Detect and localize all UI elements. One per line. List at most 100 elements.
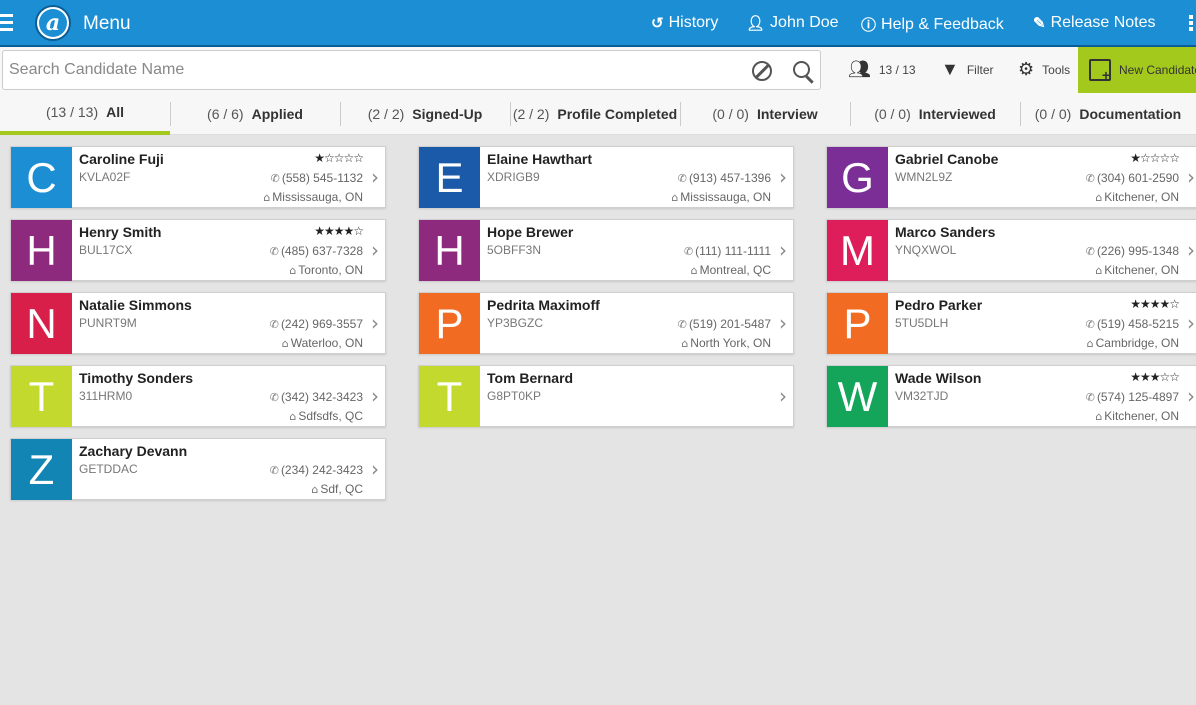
location-text: Waterloo, ON [290,336,363,350]
phone-text: (234) 242-3423 [280,463,363,477]
add-user-icon [1089,59,1111,83]
avatar: G [827,147,888,208]
candidate-code: 311HRM0 [79,389,133,403]
nav-help-label: Help & Feedback [881,15,1004,33]
location-text: North York, ON [690,336,771,350]
candidate-name: Gabriel Canobe [895,151,999,167]
candidate-name: Wade Wilson [895,370,982,386]
nav-user-label: John Doe [770,14,839,31]
avatar: P [419,293,480,354]
phone-text: (342) 342-3423 [280,390,363,404]
nav-help-feedback[interactable]: ⓘ Help & Feedback [861,14,1004,35]
tab-count: (0 / 0) [1034,106,1072,122]
tab-documentation[interactable]: (0 / 0) Documentation [1020,93,1196,135]
home-icon: ⌂ [1095,410,1103,423]
candidate-name: Timothy Sonders [79,370,194,386]
candidate-code: 5TU5DLH [895,316,949,330]
chevron-right-icon: › [779,238,787,262]
avatar: C [11,147,72,208]
location-text: Toronto, ON [298,263,363,277]
location-text: Sdf, QC [320,482,363,496]
nav-release-notes[interactable]: ✎ Release Notes [1033,14,1156,32]
tab-label: Profile Completed [557,106,678,122]
tab-label: Interviewed [918,106,996,122]
chevron-right-icon: › [371,384,379,408]
tab-label: Applied [251,106,303,122]
candidate-count-label: 13 / 13 [878,62,916,77]
tab-all[interactable]: (13 / 13) All [0,93,170,135]
candidate-card[interactable]: E Elaine Hawthart XDRIGB9 ✆ (913) 457-139… [418,146,794,208]
avatar: E [419,147,480,208]
search-icon[interactable] [793,61,810,78]
rating-stars: ★★★☆☆ [1130,370,1180,384]
candidate-card[interactable]: T Tom Bernard G8PT0KP › [418,365,794,427]
candidate-location: ⌂ Waterloo, ON [282,336,363,350]
candidate-card[interactable]: P Pedro Parker 5TU5DLH ★★★★☆ ✆ (519) 458-… [826,292,1196,354]
chevron-right-icon: › [779,165,787,189]
candidate-card[interactable]: M Marco Sanders YNQXWOL ✆ (226) 995-1348 … [826,219,1196,281]
candidate-name: Tom Bernard [487,370,574,386]
tab-applied[interactable]: (6 / 6) Applied [170,93,340,135]
tools-label: Tools [1042,62,1071,77]
home-icon: ⌂ [1095,191,1103,204]
tab-label: All [106,104,125,120]
search-input[interactable] [3,51,743,89]
candidate-card[interactable]: C Caroline Fuji KVLA02F ★☆☆☆☆ ✆ (558) 545… [10,146,386,208]
candidate-card[interactable]: W Wade Wilson VM32TJD ★★★☆☆ ✆ (574) 125-4… [826,365,1196,427]
new-candidate-button[interactable]: New Candidate [1078,47,1196,93]
candidate-phone: ✆ (485) 637-7328 [270,244,363,258]
phone-text: (242) 969-3557 [280,317,363,331]
tab-interview[interactable]: (0 / 0) Interview [680,93,850,135]
phone-icon: ✆ [269,318,279,331]
nav-user[interactable]: 👤︎ John Doe [746,14,839,32]
more-options-icon[interactable] [1189,15,1194,33]
chevron-right-icon: › [371,457,379,481]
home-icon: ⌂ [289,264,297,277]
candidate-phone: ✆ (519) 201-5487 [678,317,771,331]
clear-search-icon[interactable] [752,61,772,81]
candidate-card[interactable]: Z Zachary Devann GETDDAC ✆ (234) 242-3423… [10,438,386,500]
nav-history-label: History [668,14,719,31]
menu-label[interactable]: Menu [83,13,131,35]
candidate-code: KVLA02F [79,170,131,184]
candidate-card[interactable]: T Timothy Sonders 311HRM0 ✆ (342) 342-342… [10,365,386,427]
candidate-location: ⌂ Kitchener, ON [1095,263,1179,277]
candidate-count: 👥︎ 13 / 13 [848,59,916,80]
tab-count: (6 / 6) [207,106,244,122]
rating-stars: ★☆☆☆☆ [314,151,364,165]
filter-button[interactable]: ▼ Filter [941,59,994,80]
candidate-card[interactable]: N Natalie Simmons PUNRT9M ✆ (242) 969-355… [10,292,386,354]
candidate-name: Hope Brewer [487,224,574,240]
phone-icon: ✆ [1085,245,1095,258]
feedback-icon: ⓘ [861,17,877,34]
candidate-phone: ✆ (342) 342-3423 [270,390,363,404]
phone-icon: ✆ [683,245,694,258]
candidate-location: ⌂ Sdf, QC [311,482,363,496]
location-text: Mississauga, ON [272,190,363,204]
avatar: T [11,366,72,427]
phone-text: (913) 457-1396 [688,171,771,185]
chevron-right-icon: › [1187,311,1195,335]
candidate-card[interactable]: H Henry Smith BUL17CX ★★★★☆ ✆ (485) 637-7… [10,219,386,281]
tools-button[interactable]: ⚙ Tools [1018,59,1070,80]
app-logo[interactable]: a [35,5,71,41]
candidate-card[interactable]: G Gabriel Canobe WMN2L9Z ★☆☆☆☆ ✆ (304) 60… [826,146,1196,208]
hamburger-menu-icon[interactable] [0,14,13,32]
location-text: Mississauga, ON [680,190,771,204]
candidate-code: BUL17CX [79,243,133,257]
tab-label: Interview [756,106,818,122]
tab-signed-up[interactable]: (2 / 2) Signed-Up [340,93,510,135]
phone-icon: ✆ [270,172,280,185]
candidate-card[interactable]: P Pedrita Maximoff YP3BGZC ✆ (519) 201-54… [418,292,794,354]
tab-interviewed[interactable]: (0 / 0) Interviewed [850,93,1020,135]
candidate-code: 5OBFF3N [487,243,542,257]
location-text: Kitchener, ON [1104,409,1179,423]
candidate-code: VM32TJD [895,389,949,403]
home-icon: ⌂ [281,337,289,350]
search-box [2,50,821,90]
tab-profile-completed[interactable]: (2 / 2) Profile Completed [510,93,680,135]
candidate-phone: ✆ (519) 458-5215 [1086,317,1179,331]
candidate-phone: ✆ (304) 601-2590 [1086,171,1179,185]
nav-history[interactable]: ↺ History [651,14,718,32]
candidate-card[interactable]: H Hope Brewer 5OBFF3N ✆ (111) 111-1111 ⌂ M… [418,219,794,281]
